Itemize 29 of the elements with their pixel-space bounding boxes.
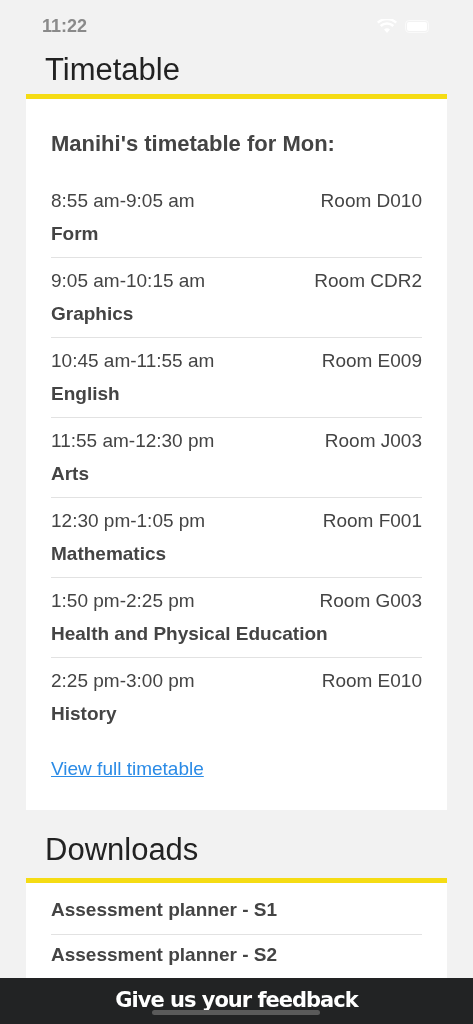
subject-name: English [51,382,121,406]
feedback-button[interactable]: Give us your feedback [0,978,473,1024]
period-time: 12:30 pm-1:05 pm [51,509,206,533]
period-time: 9:05 am-10:15 am [51,269,206,293]
room-label: Room D010 [320,189,422,213]
subject-name: Mathematics [51,542,168,566]
subject-name: History [51,702,118,726]
period-time: 2:25 pm-3:00 pm [51,669,195,693]
period-time: 8:55 am-9:05 am [51,189,195,213]
subject-name: Health and Physical Education [51,622,329,646]
section-title: Downloads [45,830,200,869]
download-item[interactable]: Assessment planner - S2 [51,934,422,969]
period-time: 11:55 am-12:30 pm [51,429,215,453]
download-item[interactable]: Assessment planner - S1 [51,882,422,935]
room-label: Room G003 [319,589,422,613]
room-label: Room E010 [321,669,422,693]
room-label: Room CDR2 [314,269,422,293]
status-time: 11:22 [42,14,88,38]
subject-name: Arts [51,462,90,486]
section-title: Timetable [45,51,181,89]
room-label: Room J003 [324,429,422,453]
full-timetable-link[interactable]: View full timetable [51,755,204,784]
period-time: 1:50 pm-2:25 pm [51,589,195,613]
room-label: Room F001 [322,509,422,533]
room-label: Room E009 [321,349,422,373]
timetable-heading: Manihi's timetable for Mon: [51,130,336,158]
subject-name: Graphics [51,302,135,326]
period-time: 10:45 am-11:55 am [51,349,215,373]
subject-name: Form [51,222,100,246]
